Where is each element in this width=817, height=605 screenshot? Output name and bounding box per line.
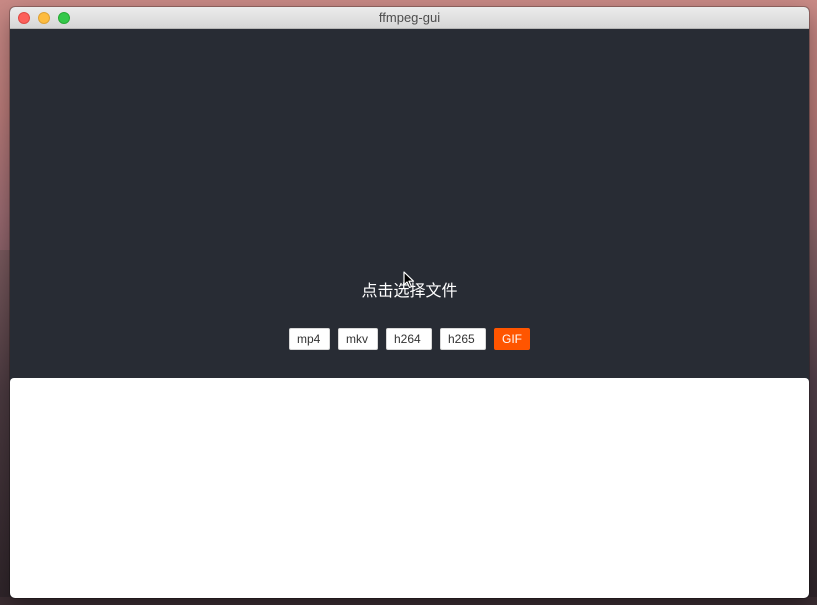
app-window: ffmpeg-gui 点击选择文件 mp4 mkv h264 h265 GIF [10,7,809,598]
title-bar[interactable]: ffmpeg-gui [10,7,809,29]
format-button-mp4[interactable]: mp4 [289,328,330,350]
output-log-panel [10,378,809,598]
format-button-h264[interactable]: h264 [386,328,432,350]
format-button-mkv[interactable]: mkv [338,328,378,350]
mouse-pointer-icon [403,271,415,289]
format-selector: mp4 mkv h264 h265 GIF [10,328,809,350]
file-drop-area[interactable]: 点击选择文件 mp4 mkv h264 h265 GIF [10,29,809,378]
window-title: ffmpeg-gui [378,10,441,25]
format-button-h265[interactable]: h265 [440,328,486,350]
format-button-gif[interactable]: GIF [494,328,530,350]
wallpaper-bottom-edge [0,597,817,605]
